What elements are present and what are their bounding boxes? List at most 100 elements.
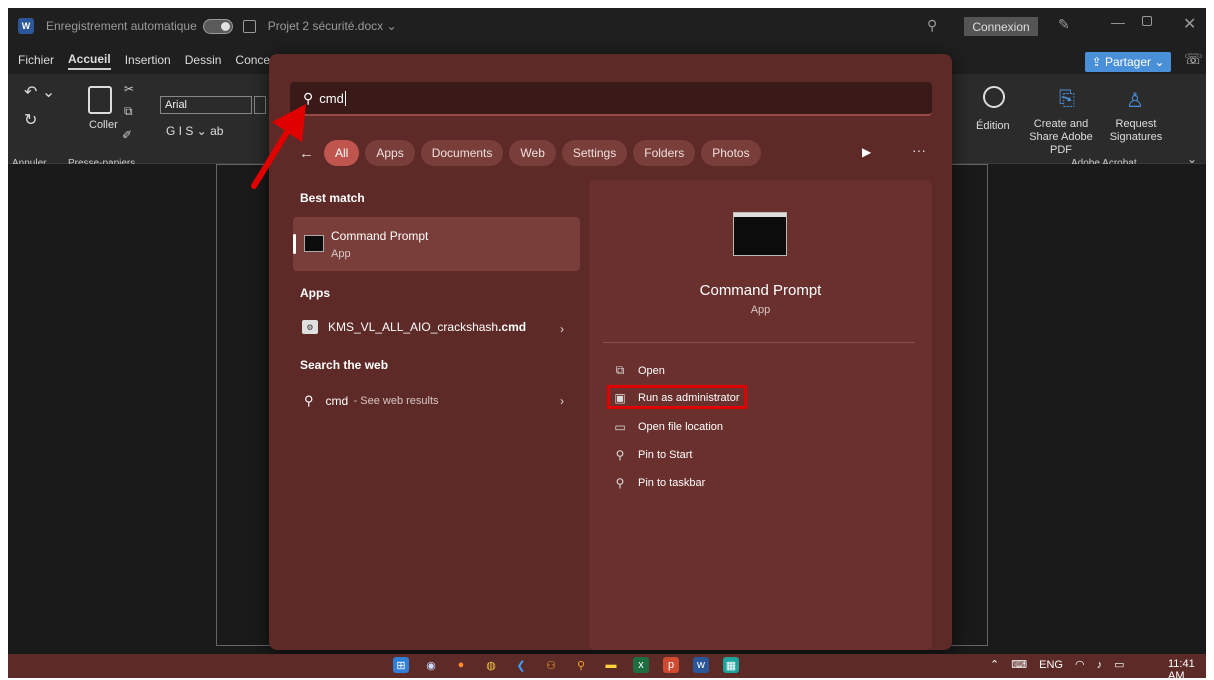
undo-icon[interactable]: ↶ ⌄	[24, 82, 55, 102]
keyboard-icon[interactable]: ⌨	[1011, 658, 1027, 671]
media-player-icon[interactable]: ◉	[423, 657, 439, 673]
file-explorer-icon[interactable]: ▬	[603, 657, 619, 673]
search-app-icon[interactable]: ⚲	[573, 657, 589, 673]
connexion-button[interactable]: Connexion	[964, 17, 1038, 36]
find-icon[interactable]	[983, 86, 1005, 108]
arrow-shaft	[251, 121, 295, 189]
minimize-button[interactable]: —	[1111, 14, 1125, 30]
chevron-right-icon[interactable]: ›	[560, 394, 564, 408]
wifi-icon[interactable]: ◠	[1075, 658, 1085, 671]
taskbar: ⊞ ◉ ● ◍ ❮ ⚇ ⚲ ▬ x p w ▦ ⌃ ⌨ ENG ◠ ♪ ▭ 11…	[8, 654, 1206, 678]
redo-icon[interactable]: ↻	[24, 110, 37, 130]
document-title[interactable]: Projet 2 sécurité.docx ⌄	[268, 19, 397, 33]
share-label: Partager	[1104, 55, 1152, 69]
chrome-icon[interactable]: ◍	[483, 657, 499, 673]
close-button[interactable]: ✕	[1183, 14, 1196, 34]
volume-icon[interactable]: ♪	[1097, 659, 1103, 671]
paste-label[interactable]: Coller	[89, 119, 118, 131]
pen-icon[interactable]: ✎	[1058, 16, 1070, 33]
copy-icon[interactable]: ⧉	[124, 104, 133, 119]
tab-fichier[interactable]: Fichier	[18, 53, 54, 69]
comments-icon[interactable]: ☏	[1184, 50, 1203, 68]
action-open-file-location[interactable]: ▭ Open file location	[613, 420, 723, 434]
filter-apps[interactable]: Apps	[365, 140, 415, 166]
edition-label[interactable]: Édition	[976, 120, 1010, 132]
format-painter-icon[interactable]: ✐	[122, 128, 132, 142]
cut-icon[interactable]: ✂	[124, 82, 134, 96]
more-filters-play-icon[interactable]: ▶	[862, 145, 871, 159]
title-bar: W Enregistrement automatique Projet 2 sé…	[8, 8, 1206, 44]
firefox-icon[interactable]: ●	[453, 657, 469, 673]
app-result-name: KMS_VL_ALL_AIO_crackshash	[328, 320, 499, 334]
search-web-heading: Search the web	[300, 358, 389, 372]
start-search-panel: ⚲ cmd ← All Apps Documents Web Settings …	[269, 54, 952, 650]
word-taskbar-icon[interactable]: w	[693, 657, 709, 673]
teams-icon[interactable]: ⚇	[543, 657, 559, 673]
autosave-toggle[interactable]	[202, 18, 233, 34]
tab-accueil[interactable]: Accueil	[68, 52, 111, 70]
search-query: cmd	[319, 90, 344, 106]
search-input[interactable]: ⚲ cmd	[290, 82, 932, 116]
app-result-ext: .cmd	[498, 320, 527, 334]
chevron-up-icon[interactable]: ⌃	[990, 658, 999, 671]
detail-pane: Command Prompt App ⧉ Open ▣ Run as adminis…	[589, 180, 932, 650]
filter-settings[interactable]: Settings	[561, 140, 628, 166]
action-pin-to-taskbar[interactable]: ⚲ Pin to taskbar	[613, 476, 706, 490]
clock[interactable]: 11:41 AM	[1168, 658, 1206, 678]
action-label: Open file location	[638, 421, 723, 433]
filter-photos[interactable]: Photos	[701, 140, 761, 166]
search-icon[interactable]: ⚲	[927, 17, 937, 34]
best-match-title: Command Prompt	[331, 229, 429, 243]
format-buttons[interactable]: G I S ⌄ ab	[166, 124, 223, 138]
language-indicator[interactable]: ENG	[1039, 659, 1063, 671]
create-share-pdf-button[interactable]: Create and Share Adobe PDF	[1021, 118, 1101, 157]
open-icon: ⧉	[615, 363, 625, 377]
excel-icon[interactable]: x	[633, 657, 649, 673]
command-prompt-large-icon	[733, 212, 787, 256]
tab-dessin[interactable]: Dessin	[185, 53, 222, 69]
share-button[interactable]: ⇪ Partager ⌄	[1085, 52, 1171, 72]
start-icon[interactable]: ⊞	[393, 657, 409, 673]
search-icon: ⚲	[304, 393, 314, 408]
search-filters: ← All Apps Documents Web Settings Folder…	[299, 140, 767, 166]
vscode-icon[interactable]: ❮	[513, 657, 529, 673]
paste-icon[interactable]	[88, 86, 112, 114]
taskbar-apps: ⊞ ◉ ● ◍ ❮ ⚇ ⚲ ▬ x p w ▦	[393, 657, 753, 673]
chevron-right-icon[interactable]: ›	[560, 322, 564, 336]
font-name-select[interactable]: Arial	[160, 96, 252, 114]
action-label: Pin to taskbar	[638, 477, 706, 489]
battery-icon[interactable]: ▭	[1114, 658, 1124, 671]
web-result-item[interactable]: ⚲ cmd - See web results	[302, 393, 439, 409]
annotation-arrow	[251, 104, 306, 189]
filter-all[interactable]: All	[324, 140, 360, 166]
pin-icon: ⚲	[615, 448, 625, 462]
folder-icon: ▭	[614, 420, 626, 434]
highlight-box	[607, 385, 747, 409]
web-results-suffix: - See web results	[353, 395, 439, 407]
tab-conception[interactable]: Conce	[235, 53, 270, 69]
calculator-icon[interactable]: ▦	[723, 657, 739, 673]
more-options-icon[interactable]: ···	[912, 142, 926, 158]
share-icon: ⇪	[1091, 55, 1105, 69]
apps-heading: Apps	[300, 286, 330, 300]
request-signatures-button[interactable]: Request Signatures	[1106, 118, 1166, 144]
word-icon: W	[18, 18, 34, 34]
action-label: Open	[638, 364, 665, 377]
list-item[interactable]: ⚙ KMS_VL_ALL_AIO_crackshash .cmd	[302, 320, 526, 334]
acrobat-pdf-icon[interactable]: ⎘	[1059, 88, 1075, 111]
filter-folders[interactable]: Folders	[633, 140, 696, 166]
best-match-item[interactable]: Command Prompt App	[293, 217, 580, 271]
filter-documents[interactable]: Documents	[420, 140, 504, 166]
powerpoint-icon[interactable]: p	[663, 657, 679, 673]
system-tray: ⌃ ⌨ ENG ◠ ♪ ▭	[990, 658, 1136, 672]
action-label: Pin to Start	[638, 449, 693, 461]
filter-web[interactable]: Web	[509, 140, 556, 166]
action-open[interactable]: ⧉ Open	[613, 363, 665, 378]
best-match-subtitle: App	[331, 248, 351, 260]
cmd-file-icon: ⚙	[302, 320, 318, 334]
tab-insertion[interactable]: Insertion	[125, 53, 171, 69]
maximize-button[interactable]	[1142, 16, 1152, 26]
action-pin-to-start[interactable]: ⚲ Pin to Start	[613, 448, 693, 462]
save-icon[interactable]	[242, 19, 256, 33]
signature-icon[interactable]: ♙	[1126, 88, 1144, 113]
